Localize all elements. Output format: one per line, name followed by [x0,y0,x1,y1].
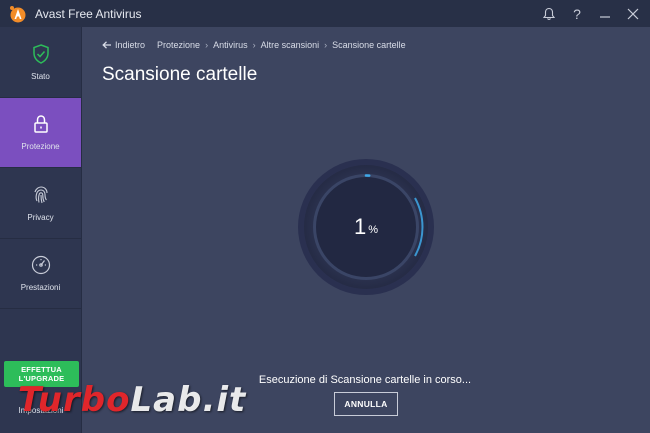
cancel-button[interactable]: ANNULLA [334,392,398,416]
app-title: Avast Free Antivirus [35,6,142,21]
breadcrumb-item-protezione[interactable]: Protezione [157,40,200,50]
sidebar-item-label: Privacy [27,212,54,222]
avast-logo-icon [10,5,26,22]
breadcrumb-chevron-icon: › [252,40,256,50]
lock-icon [33,115,48,133]
upgrade-line1: EFFETTUA [21,365,62,374]
scan-status-text: Esecuzione di Scansione cartelle in cors… [258,374,472,386]
close-icon[interactable] [622,3,644,25]
page-title: Scansione cartelle [102,64,258,85]
watermark-domain: .it [202,380,247,420]
arrow-left-icon [102,41,111,49]
title-bar: Avast Free Antivirus ? [0,0,650,27]
back-label: Indietro [115,40,146,50]
sidebar-item-impostazioni[interactable]: Impostazioni [0,395,82,415]
watermark-lab: Lab [130,380,203,420]
progress-unit: % [368,224,379,236]
fingerprint-icon [33,186,48,203]
scan-progress-ring: 1 % [297,158,435,296]
speedometer-icon [31,256,50,275]
breadcrumb-item-antivirus[interactable]: Antivirus [213,40,248,50]
upgrade-line2: L'UPGRADE [18,374,65,383]
sidebar-item-label: Prestazioni [20,283,61,293]
sidebar-item-label: Stato [31,71,50,81]
breadcrumb: Indietro Protezione › Antivirus › Altre … [102,40,406,50]
minimize-icon[interactable] [594,3,616,25]
sidebar-item-label: Impostazioni [18,406,64,415]
sidebar-item-protezione[interactable]: Protezione [0,97,81,168]
sidebar-item-stato[interactable]: Stato [0,27,81,98]
sidebar-item-prestazioni[interactable]: Prestazioni [0,239,81,309]
breadcrumb-chevron-icon: › [205,40,209,50]
breadcrumb-item-scansione-cartelle: Scansione cartelle [332,40,406,50]
notifications-bell-icon[interactable] [538,3,560,25]
shield-check-icon [32,43,49,64]
upgrade-button[interactable]: EFFETTUA L'UPGRADE [4,361,79,387]
sidebar-item-privacy[interactable]: Privacy [0,168,81,239]
help-icon[interactable]: ? [566,3,588,25]
breadcrumb-chevron-icon: › [324,40,328,50]
progress-value: 1 [353,214,367,239]
sidebar-item-label: Protezione [21,142,60,152]
back-button[interactable]: Indietro [102,40,145,50]
breadcrumb-item-altre-scansioni[interactable]: Altre scansioni [261,40,320,50]
